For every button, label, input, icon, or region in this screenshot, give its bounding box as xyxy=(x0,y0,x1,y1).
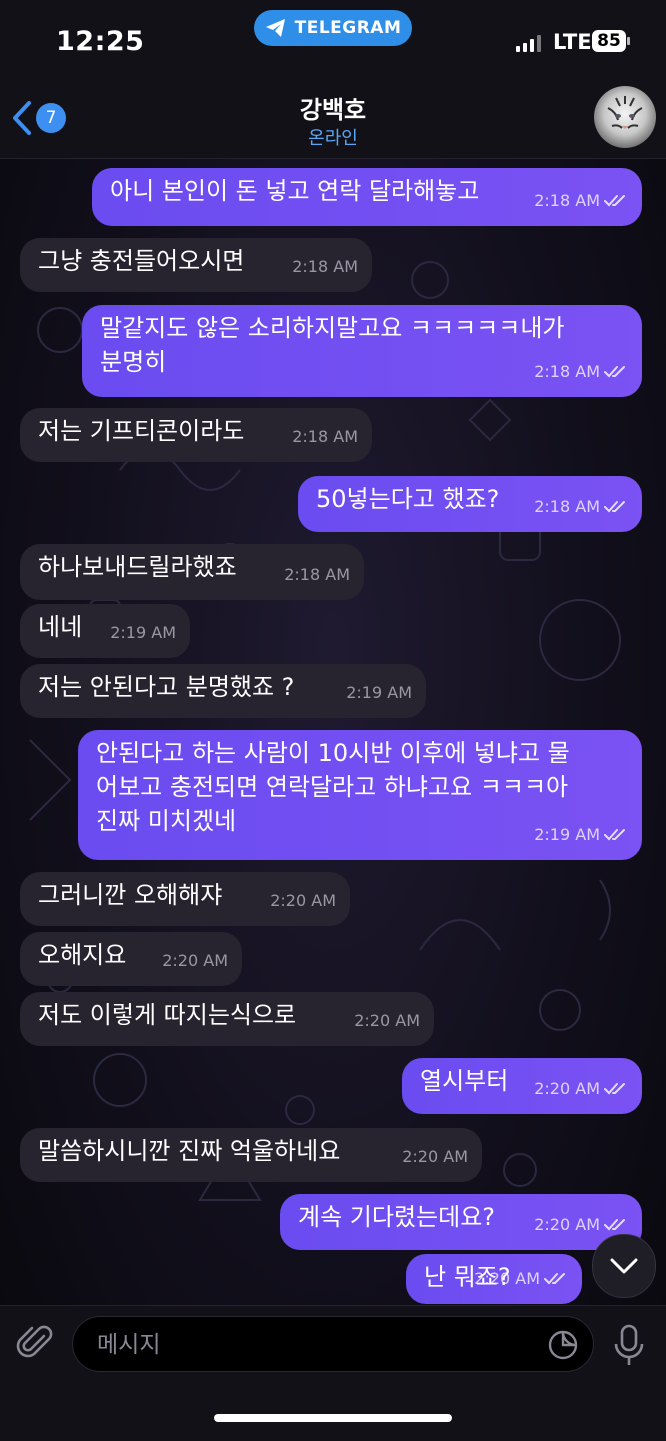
message-text: 말씀하시니깐 진짜 억울하네요 xyxy=(38,1137,341,1165)
contact-name[interactable]: 강백호 xyxy=(0,90,666,125)
avatar[interactable] xyxy=(594,86,656,148)
incoming-message[interactable]: 그냥 충전들어오시면 2:18 AM xyxy=(20,238,372,292)
message-time: 2:20 AM xyxy=(402,1147,468,1166)
chat-header: 7 강백호 온라인 xyxy=(0,80,666,159)
mic-button[interactable] xyxy=(612,1324,646,1372)
telegram-label: TELEGRAM xyxy=(294,18,402,38)
battery-icon: 85 xyxy=(592,30,630,52)
incoming-message[interactable]: 오해지요 2:20 AM xyxy=(20,932,242,986)
message-meta: 2:20 AM xyxy=(162,944,228,978)
message-time: 2:18 AM xyxy=(292,257,358,276)
message-time: 2:20 AM xyxy=(534,1215,600,1234)
incoming-message[interactable]: 그러니깐 오해해쟈 2:20 AM xyxy=(20,872,350,926)
sticker-button[interactable] xyxy=(547,1329,579,1365)
message-time: 2:20 AM xyxy=(474,1269,540,1288)
double-check-icon xyxy=(604,501,625,513)
message-meta: 2:18 AM xyxy=(284,558,350,592)
message-time: 2:18 AM xyxy=(292,427,358,446)
double-check-icon xyxy=(604,366,625,378)
attach-button[interactable] xyxy=(16,1322,56,1366)
paperclip-icon xyxy=(16,1325,53,1358)
incoming-message[interactable]: 네네 2:19 AM xyxy=(20,604,190,658)
double-check-icon xyxy=(544,1273,565,1285)
double-check-icon xyxy=(604,829,625,841)
message-meta: 2:18 AM xyxy=(292,420,358,454)
contact-status: 온라인 xyxy=(308,128,358,149)
message-time: 2:19 AM xyxy=(534,825,600,844)
message-meta: 2:20 AM xyxy=(270,884,336,918)
battery-level: 85 xyxy=(597,31,621,51)
message-meta: 2:18 AM xyxy=(534,184,628,218)
outgoing-message[interactable]: 난 뭐죠? 2:20 AM xyxy=(406,1254,582,1304)
message-time: 2:20 AM xyxy=(270,891,336,910)
chevron-down-icon xyxy=(610,1258,638,1274)
outgoing-message[interactable]: 계속 기다렸는데요? 2:20 AM xyxy=(280,1194,642,1250)
network-label: LTE xyxy=(553,30,592,54)
message-meta: 2:18 AM xyxy=(292,250,358,284)
message-time: 2:18 AM xyxy=(284,565,350,584)
message-time: 2:18 AM xyxy=(534,191,600,210)
home-indicator xyxy=(214,1414,452,1422)
message-meta: 2:20 AM xyxy=(474,1262,568,1296)
outgoing-message[interactable]: 아니 본인이 돈 넣고 연락 달라해놓고 2:18 AM xyxy=(92,168,642,226)
clock: 12:25 xyxy=(56,26,145,57)
double-check-icon xyxy=(604,1219,625,1231)
message-time: 2:19 AM xyxy=(110,623,176,642)
incoming-message[interactable]: 저는 안된다고 분명했죠 ? 2:19 AM xyxy=(20,664,426,718)
message-meta: 2:20 AM xyxy=(354,1004,420,1038)
message-meta: 2:20 AM xyxy=(534,1072,628,1106)
message-time: 2:20 AM xyxy=(354,1011,420,1030)
message-time: 2:19 AM xyxy=(346,683,412,702)
outgoing-message[interactable]: 열시부터 2:20 AM xyxy=(402,1058,642,1114)
telegram-icon xyxy=(265,19,285,37)
incoming-message[interactable]: 저는 기프티콘이라도 2:18 AM xyxy=(20,408,372,462)
status-bar: 12:25 TELEGRAM LTE 85 xyxy=(0,0,666,80)
outgoing-message[interactable]: 안된다고 하는 사람이 10시반 이후에 넣냐고 물 어보고 충전되면 연락달라… xyxy=(78,730,642,860)
signal-icon xyxy=(516,34,541,52)
message-time: 2:18 AM xyxy=(534,497,600,516)
telegram-pill[interactable]: TELEGRAM xyxy=(254,10,412,46)
tiger-avatar-icon xyxy=(607,96,643,129)
incoming-message[interactable]: 말씀하시니깐 진짜 억울하네요 2:20 AM xyxy=(20,1128,482,1182)
message-meta: 2:18 AM xyxy=(534,490,628,524)
outgoing-message[interactable]: 50넣는다고 했죠? 2:18 AM xyxy=(298,476,642,532)
outgoing-message[interactable]: 말같지도 않은 소리하지말고요 ㅋㅋㅋㅋㅋ내가 분명히 2:18 AM xyxy=(82,305,642,397)
message-meta: 2:18 AM xyxy=(534,355,628,389)
incoming-message[interactable]: 저도 이렇게 따지는식으로 2:20 AM xyxy=(20,992,434,1046)
double-check-icon xyxy=(604,195,625,207)
message-meta: 2:19 AM xyxy=(346,676,412,710)
scroll-down-button[interactable] xyxy=(592,1234,656,1298)
message-meta: 2:20 AM xyxy=(402,1140,468,1174)
message-time: 2:20 AM xyxy=(162,951,228,970)
microphone-icon xyxy=(614,1324,644,1365)
message-meta: 2:19 AM xyxy=(110,616,176,650)
message-meta: 2:19 AM xyxy=(534,818,628,852)
incoming-message[interactable]: 하나보내드릴라했죠 2:18 AM xyxy=(20,544,364,600)
message-input[interactable] xyxy=(95,1317,519,1373)
sticker-icon xyxy=(548,1330,578,1360)
message-input-box[interactable] xyxy=(72,1316,594,1373)
double-check-icon xyxy=(604,1083,625,1095)
message-time: 2:20 AM xyxy=(534,1079,600,1098)
message-time: 2:18 AM xyxy=(534,362,600,381)
